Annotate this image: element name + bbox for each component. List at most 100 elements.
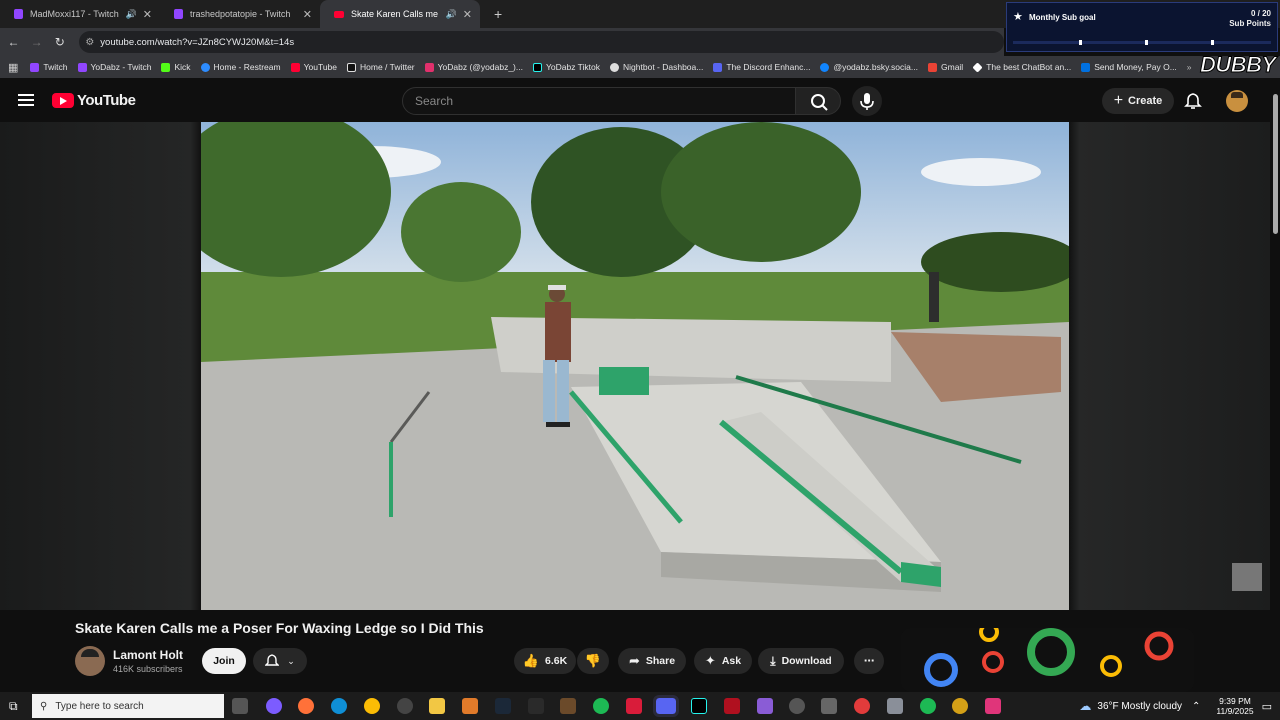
bookmark-item[interactable]: Nightbot - Dashboa... [610,62,703,72]
settings-icon[interactable] [789,698,805,714]
create-button[interactable]: + Create [1102,88,1174,114]
speaker-icon[interactable]: 🔊 [446,9,457,20]
account-avatar[interactable] [1226,90,1248,112]
bookmark-item[interactable]: Kick [161,62,191,72]
youtube-logo[interactable]: YouTube [52,92,136,109]
bookmark-item[interactable]: Twitch [30,62,68,72]
browser-tab[interactable]: MadMoxxi117 - Twitch 🔊 ✕ [0,0,160,28]
video-player[interactable] [201,122,1069,610]
bookmark-label: The Discord Enhanc... [726,62,811,72]
tiktok-icon[interactable] [691,698,707,714]
scrollbar-thumb[interactable] [1273,94,1278,234]
bookmark-item[interactable]: Send Money, Pay O... [1081,62,1177,72]
menu-icon[interactable] [18,94,34,106]
back-icon[interactable]: ← [2,35,25,49]
close-tab-icon[interactable]: ✕ [143,8,152,21]
search-button[interactable] [795,87,841,115]
app-icon[interactable] [757,698,773,714]
site-info-icon[interactable]: ⚙ [85,37,94,48]
apps-grid-icon[interactable]: ▦ [8,61,18,74]
youtube-header: YouTube Search + Create [0,78,1280,122]
chevron-up-icon[interactable]: ⌃ [1192,701,1200,712]
copilot-icon[interactable] [266,698,282,714]
more-actions-button[interactable]: ⋯ [854,648,884,674]
notifications-icon[interactable]: ▭ [1262,700,1272,713]
sub-goal-title: Monthly Sub goal [1029,13,1096,22]
chevron-down-icon: ⌄ [287,655,295,666]
edge-icon[interactable] [331,698,347,714]
microphone-icon [860,93,874,110]
task-view-icon[interactable] [232,698,248,714]
clock[interactable]: 9:39 PM 11/9/2025 [1216,696,1253,716]
search-icon [811,94,828,111]
obs-icon[interactable] [397,698,413,714]
close-tab-icon[interactable]: ✕ [303,8,312,21]
bookmark-item[interactable]: YoDabz Tiktok [532,62,600,72]
reload-icon[interactable]: ↻ [48,35,71,49]
steam-icon[interactable] [495,698,511,714]
app-icon[interactable] [626,698,642,714]
browser-tab[interactable]: trashedpotatopie - Twitch ✕ [160,0,320,28]
bookmark-item[interactable]: The Discord Enhanc... [713,62,810,72]
app-icon[interactable] [887,698,903,714]
search-input[interactable]: Search [402,87,796,115]
epic-games-icon[interactable] [528,698,544,714]
bookmark-item[interactable]: Home / Twitter [347,62,415,72]
app-icon[interactable] [462,698,478,714]
game-icon[interactable] [560,698,576,714]
browser-tab-active[interactable]: Skate Karen Calls me a Pose 🔊 ✕ [320,0,480,28]
bookmark-item[interactable]: YouTube [290,62,337,72]
notifications-button[interactable] [1184,92,1202,115]
goal-marker [1145,40,1148,45]
subscribed-bell-button[interactable]: ⌄ [253,648,307,674]
url-field[interactable]: ⚙ youtube.com/watch?v=JZn8CYWJ20M&t=14s [79,31,1004,53]
new-tab-button[interactable]: + [494,6,502,22]
discord-icon[interactable] [653,695,679,717]
bookmark-item[interactable]: YoDabz (@yodabz_)... [424,62,523,72]
video-frame-skatepark [201,122,1069,610]
weather-text[interactable]: 36°F Mostly cloudy [1097,701,1182,712]
spotify-icon[interactable] [593,698,609,714]
like-button[interactable]: 👍 6.6K [514,648,576,674]
app-icon[interactable] [821,698,837,714]
app-icon[interactable] [724,698,740,714]
more-bookmarks-icon[interactable]: » [1187,62,1192,72]
voice-search-button[interactable] [852,86,882,116]
channel-watermark[interactable] [1232,563,1262,591]
channel-name[interactable]: Lamont Holt [113,648,183,662]
app-icon[interactable] [952,698,968,714]
taskbar-search-input[interactable]: ⚲ Type here to search [32,694,224,718]
page-scrollbar[interactable] [1270,86,1280,692]
tab-label: trashedpotatopie - Twitch [190,9,291,19]
close-tab-icon[interactable]: ✕ [463,8,472,21]
speaker-icon[interactable]: 🔊 [126,9,137,20]
bookmark-item[interactable]: Home - Restream [200,62,281,72]
create-label: Create [1128,95,1163,107]
twitch-icon [77,62,87,72]
bookmark-item[interactable]: @yodabz.bsky.socia... [820,62,918,72]
bookmark-item[interactable]: The best ChatBot an... [972,61,1071,73]
download-button[interactable]: ⤓ Download [758,648,844,674]
bookmark-item[interactable]: Gmail [928,62,963,72]
sponsored-ad-card[interactable] [901,628,1194,692]
nightbot-icon [610,62,620,72]
tiktok-live-icon[interactable] [985,698,1001,714]
bell-icon [1184,93,1202,109]
file-explorer-icon[interactable] [429,698,445,714]
download-icon: ⤓ [770,653,776,668]
weather-icon: ☁ [1079,699,1092,713]
dislike-button[interactable]: 👎 [577,648,609,674]
channel-avatar[interactable] [75,646,105,676]
app-icon[interactable] [920,698,936,714]
bookmark-item[interactable]: YoDabz - Twitch [77,62,151,72]
chatbot-icon [972,61,983,73]
share-button[interactable]: ➦ Share [618,648,686,674]
join-button[interactable]: Join [202,648,246,674]
forward-icon[interactable]: → [25,35,48,49]
firefox-icon[interactable] [298,698,314,714]
windows-start-icon[interactable]: ⧉ [9,699,18,714]
chrome-icon[interactable] [364,698,380,714]
sparkle-icon: ✦ [704,653,716,668]
app-icon[interactable] [854,698,870,714]
ask-button[interactable]: ✦ Ask [694,648,752,674]
